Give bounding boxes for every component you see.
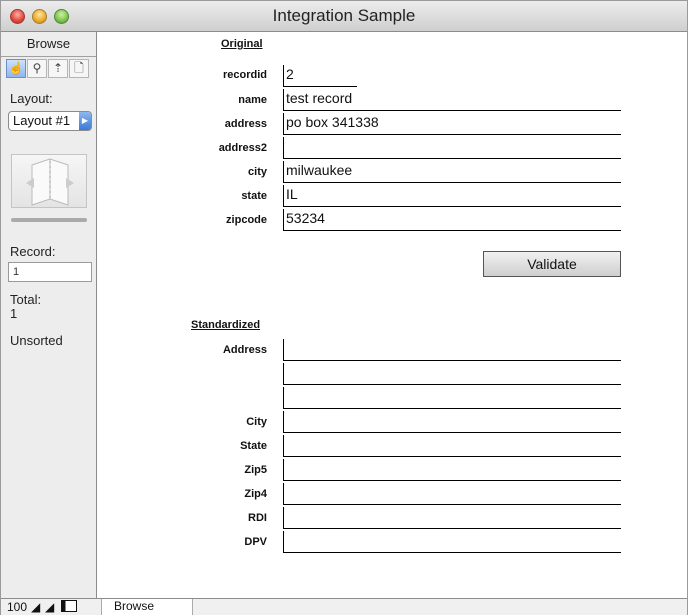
validate-button[interactable]: Validate (483, 251, 621, 277)
mode-toolbar: ☝ ⚲ ⇡ 🗋 (6, 59, 92, 79)
preview-icon[interactable]: 🗋 (69, 59, 89, 78)
total-label: Total: (10, 292, 42, 307)
recordid-label: recordid (222, 69, 267, 81)
sort-status: Unsorted (10, 333, 63, 348)
layout-popup[interactable]: Layout #1 ▶ (8, 111, 92, 131)
std-rdi-label: RDI (248, 512, 267, 524)
browse-hand-icon[interactable]: ☝ (6, 59, 26, 78)
app-window: Integration Sample Browse ☝ ⚲ ⇡ 🗋 Layout… (0, 0, 688, 615)
address-label: address (224, 118, 267, 130)
status-area-toggle-icon[interactable] (61, 600, 77, 614)
original-heading: Original (221, 38, 263, 50)
zipcode-label: zipcode (226, 214, 267, 226)
status-area: Browse ☝ ⚲ ⇡ 🗋 Layout: Layout #1 ▶ Recor… (1, 32, 97, 598)
mode-label: Browse (26, 36, 71, 51)
zoom-in-icon[interactable]: ◢ (45, 601, 54, 613)
std-dpv-label: DPV (244, 536, 267, 548)
layout-popup-value: Layout #1 (13, 113, 71, 128)
std-address-line-3[interactable] (283, 387, 621, 409)
record-number-input[interactable]: 1 (8, 262, 92, 282)
divider (1, 56, 96, 57)
state-field[interactable]: IL (283, 185, 621, 207)
layout-content: Original recordid 2 name test record add… (97, 32, 687, 598)
std-zip4-field[interactable] (283, 483, 621, 505)
zoom-out-icon[interactable]: ◢ (31, 601, 40, 613)
std-city-label: City (246, 416, 267, 428)
std-dpv-field[interactable] (283, 531, 621, 553)
layout-label: Layout: (10, 91, 53, 106)
std-address-line-1[interactable] (283, 339, 621, 361)
chevron-right-icon: ▶ (79, 112, 91, 130)
std-address-line-2[interactable] (283, 363, 621, 385)
zipcode-field[interactable]: 53234 (283, 209, 621, 231)
city-label: city (248, 166, 267, 178)
zoom-level[interactable]: 100 (7, 600, 27, 614)
std-zip5-field[interactable] (283, 459, 621, 481)
std-zip4-label: Zip4 (244, 488, 267, 500)
name-label: name (238, 94, 267, 106)
book-pages-icon (26, 158, 74, 206)
find-icon[interactable]: ⚲ (27, 59, 47, 78)
standardized-heading: Standardized (191, 319, 261, 331)
total-value: 1 (10, 306, 18, 321)
record-book-icon[interactable] (11, 154, 87, 208)
mode-popup[interactable]: Browse (101, 599, 193, 615)
name-field[interactable]: test record (283, 89, 621, 111)
std-state-field[interactable] (283, 435, 621, 457)
recordid-field[interactable]: 2 (283, 65, 357, 87)
record-slider[interactable] (11, 218, 87, 222)
std-address-label: Address (222, 344, 267, 356)
address2-label: address2 (218, 142, 267, 154)
record-label: Record: (10, 244, 56, 259)
std-zip5-label: Zip5 (244, 464, 267, 476)
address-field[interactable]: po box 341338 (283, 113, 621, 135)
std-city-field[interactable] (283, 411, 621, 433)
state-label: state (241, 190, 267, 202)
title-bar[interactable]: Integration Sample (1, 1, 687, 32)
city-field[interactable]: milwaukee (283, 161, 621, 183)
layout-icon[interactable]: ⇡ (48, 59, 68, 78)
window-title: Integration Sample (272, 6, 416, 25)
status-bar: 100 ◢ ◢ Browse (1, 598, 687, 615)
std-state-label: State (240, 440, 267, 452)
address2-field[interactable] (283, 137, 621, 159)
std-rdi-field[interactable] (283, 507, 621, 529)
